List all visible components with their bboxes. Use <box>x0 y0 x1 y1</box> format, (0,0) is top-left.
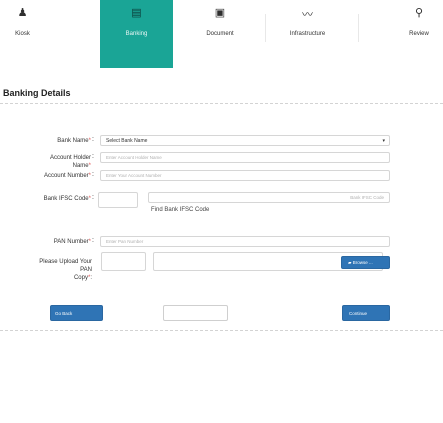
step-separator <box>265 14 266 42</box>
upload-file-name-field[interactable] <box>101 252 146 271</box>
account-number-label-text: Account Number <box>43 173 89 179</box>
map-marker-icon: ⚲ <box>414 7 424 19</box>
required-mark: * <box>88 138 91 144</box>
browse-button[interactable]: ▰ Browse ... <box>341 256 390 269</box>
holder-name-input[interactable]: Enter Account Holder Name <box>100 152 390 163</box>
go-back-button[interactable]: Go Back <box>50 305 103 321</box>
divider <box>0 103 443 104</box>
pan-number-placeholder: Enter Pan Number <box>106 239 144 244</box>
required-mark: * <box>87 275 91 281</box>
step-document[interactable]: ▣ Document <box>180 0 260 68</box>
step-banking[interactable]: ▤ Banking <box>100 0 173 68</box>
step-infrastructure-label: Infrastructure <box>289 31 326 37</box>
upload-pan-label-line1: Please Upload Your PAN <box>39 259 92 273</box>
upload-pan-label-line2: Copy <box>73 275 88 281</box>
continue-label: Continue <box>349 311 368 316</box>
account-number-input[interactable]: Enter Your Account Number <box>100 170 390 181</box>
continue-button[interactable]: Continue <box>342 305 390 321</box>
caret-down-icon: ▾ <box>382 138 385 144</box>
step-separator <box>358 14 359 42</box>
step-infrastructure[interactable]: 〰 Infrastructure <box>270 0 345 68</box>
holder-name-placeholder: Enter Account Holder Name <box>106 155 162 160</box>
go-back-label: Go Back <box>55 311 73 316</box>
colon: : <box>92 237 94 244</box>
step-kiosk-label: Kiosk <box>15 31 30 37</box>
section-title: Banking Details <box>3 88 71 98</box>
ifsc-placeholder: Bank IFSC Code <box>350 195 384 200</box>
user-icon: ♟ <box>17 7 28 19</box>
colon: : <box>92 171 94 178</box>
pan-number-input[interactable]: Enter Pan Number <box>100 236 390 247</box>
bank-name-label-text: Bank Name <box>57 138 89 144</box>
step-document-label: Document <box>206 31 234 37</box>
ifsc-input[interactable]: Bank IFSC Code <box>148 192 390 203</box>
required-mark: * <box>88 163 91 169</box>
ifsc-label: Bank IFSC Code* <box>33 195 91 203</box>
image-icon: ▣ <box>214 7 226 19</box>
blank-button[interactable] <box>163 305 228 321</box>
required-mark: * <box>88 173 91 179</box>
folder-icon: ▰ <box>348 260 352 265</box>
line-chart-icon: 〰 <box>302 9 313 21</box>
ifsc-input-left[interactable] <box>98 192 138 208</box>
step-banking-label: Banking <box>125 31 148 37</box>
required-mark: * <box>88 239 91 245</box>
holder-name-label-text: Account Holder Name <box>49 155 91 169</box>
bank-name-select-value: Select Bank Name <box>106 138 148 144</box>
document-icon: ▤ <box>131 7 142 19</box>
step-review[interactable]: ⚲ Review <box>395 0 443 68</box>
holder-name-label: Account Holder Name* <box>33 154 91 170</box>
upload-pan-label: Please Upload Your PAN Copy*: <box>30 258 92 282</box>
required-mark: * <box>88 196 91 202</box>
account-number-placeholder: Enter Your Account Number <box>106 173 162 178</box>
pan-number-label-text: PAN Number <box>53 239 89 245</box>
step-wizard: ♟ Kiosk ▤ Banking ▣ Document 〰 Infrastru… <box>0 0 443 68</box>
colon: : <box>92 153 94 160</box>
bank-name-label: Bank Name* <box>33 137 91 145</box>
bank-name-select[interactable]: Select Bank Name ▾ <box>100 135 390 146</box>
colon: : <box>92 136 94 143</box>
pan-number-label: PAN Number* <box>33 238 91 246</box>
step-review-label: Review <box>409 31 429 37</box>
divider-bottom <box>0 330 443 331</box>
colon: : <box>92 194 94 201</box>
account-number-label: Account Number* <box>33 172 91 180</box>
step-kiosk[interactable]: ♟ Kiosk <box>0 0 45 68</box>
find-ifsc-link[interactable]: Find Bank IFSC Code <box>151 207 209 213</box>
ifsc-label-text: Bank IFSC Code <box>43 196 89 202</box>
browse-label: Browse ... <box>352 260 373 265</box>
